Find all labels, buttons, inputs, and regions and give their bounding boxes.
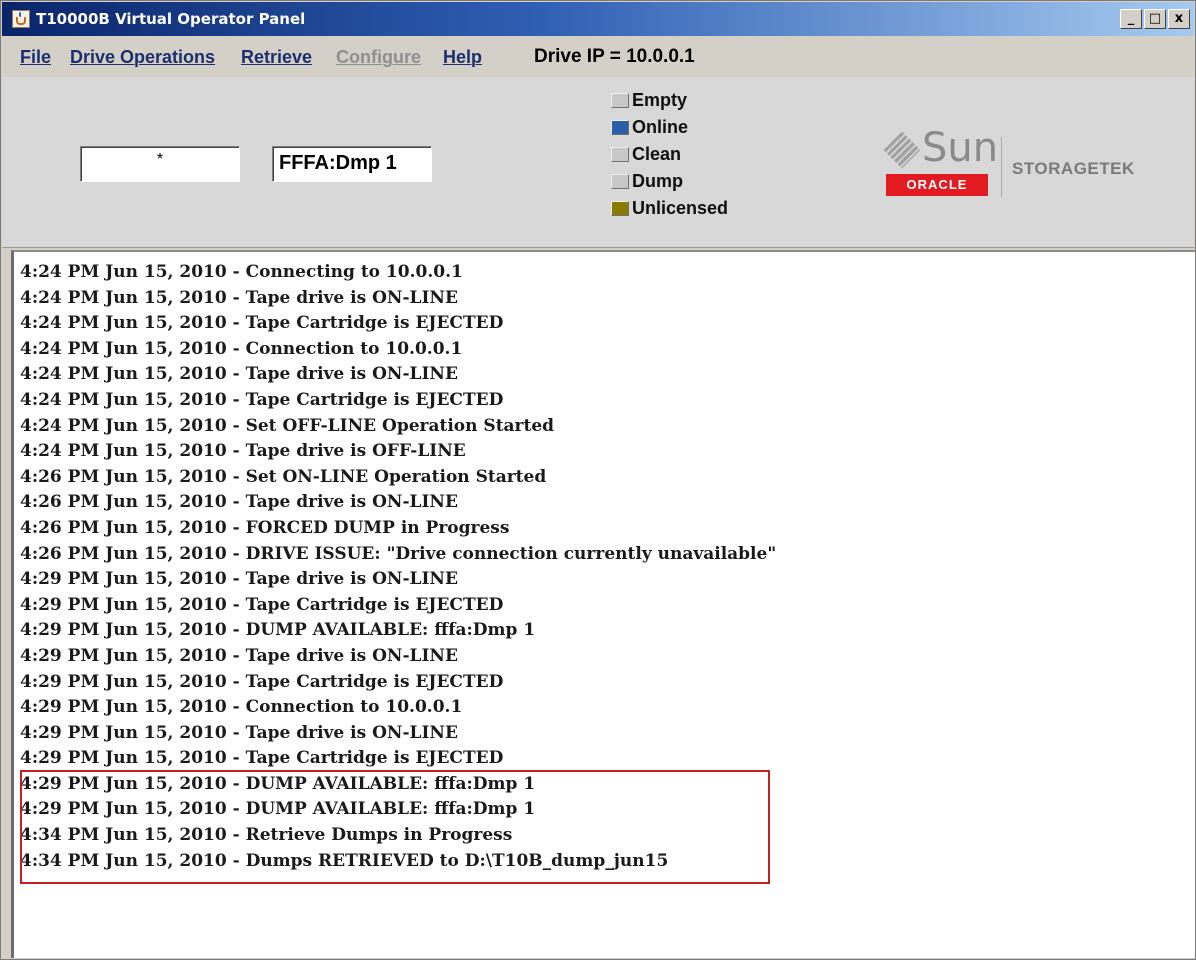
status-online: Online [611, 114, 728, 141]
log-line: 4:34 PM Jun 15, 2010 - Retrieve Dumps in… [20, 825, 513, 846]
control-panel: * FFFA:Dmp 1 Empty Online Clean Dump Unl… [2, 77, 1194, 248]
log-line: 4:24 PM Jun 15, 2010 - Tape drive is OFF… [20, 441, 466, 462]
log-line: 4:24 PM Jun 15, 2010 - Tape drive is ON-… [20, 287, 458, 308]
log-line: 4:24 PM Jun 15, 2010 - Tape Cartridge is… [20, 389, 504, 410]
status-label: Online [632, 117, 689, 137]
log-line: 4:26 PM Jun 15, 2010 - FORCED DUMP in Pr… [20, 517, 510, 538]
log-lines: 4:24 PM Jun 15, 2010 - Connecting to 10.… [20, 260, 776, 874]
logo-divider [1001, 137, 1002, 197]
display-field: FFFA:Dmp 1 [272, 146, 432, 182]
java-app-icon[interactable] [12, 10, 30, 28]
indicator-field: * [80, 146, 240, 182]
menu-drive-operations[interactable]: Drive Operations [70, 47, 215, 68]
close-button[interactable]: x [1168, 9, 1190, 29]
status-empty: Empty [611, 87, 728, 114]
status-label: Empty [632, 90, 688, 110]
log-line: 4:29 PM Jun 15, 2010 - DUMP AVAILABLE: f… [20, 799, 536, 820]
event-log[interactable]: 4:24 PM Jun 15, 2010 - Connecting to 10.… [11, 250, 1195, 958]
log-line: 4:26 PM Jun 15, 2010 - DRIVE ISSUE: "Dri… [20, 543, 777, 564]
log-line: 4:29 PM Jun 15, 2010 - Tape drive is ON-… [20, 569, 458, 590]
window-controls: _ □ x [1120, 9, 1190, 29]
status-clean: Clean [611, 141, 728, 168]
menu-file[interactable]: File [20, 47, 51, 68]
status-label: Dump [632, 171, 683, 191]
log-line: 4:29 PM Jun 15, 2010 - Tape Cartridge is… [20, 594, 504, 615]
menu-bar: File Drive Operations Retrieve Configure… [2, 39, 1194, 75]
log-line: 4:26 PM Jun 15, 2010 - Tape drive is ON-… [20, 492, 458, 513]
log-line: 4:29 PM Jun 15, 2010 - Tape Cartridge is… [20, 671, 504, 692]
dump-led-icon [611, 174, 629, 189]
unlicensed-led-icon [611, 201, 629, 216]
log-line: 4:29 PM Jun 15, 2010 - Connection to 10.… [20, 697, 463, 718]
minimize-button[interactable]: _ [1120, 9, 1142, 29]
drive-ip-label: Drive IP = 10.0.0.1 [534, 46, 695, 67]
status-unlicensed: Unlicensed [611, 195, 728, 222]
operator-panel-window: T10000B Virtual Operator Panel _ □ x Fil… [0, 0, 1196, 960]
sun-logo-text: Sun [922, 125, 999, 171]
status-label: Clean [632, 144, 682, 164]
clean-led-icon [611, 147, 629, 162]
menu-retrieve[interactable]: Retrieve [241, 47, 312, 68]
log-line: 4:29 PM Jun 15, 2010 - Tape Cartridge is… [20, 748, 504, 769]
maximize-button[interactable]: □ [1144, 9, 1166, 29]
menu-configure: Configure [336, 47, 421, 67]
window-title: T10000B Virtual Operator Panel [36, 10, 306, 28]
log-line: 4:29 PM Jun 15, 2010 - DUMP AVAILABLE: f… [20, 620, 536, 641]
status-indicators: Empty Online Clean Dump Unlicensed [611, 87, 728, 222]
sun-oracle-storagetek-logo: Sun ORACLE STORAGETEK [883, 125, 1146, 201]
log-line: 4:24 PM Jun 15, 2010 - Connection to 10.… [20, 338, 463, 359]
log-line: 4:24 PM Jun 15, 2010 - Connecting to 10.… [20, 262, 463, 282]
log-line: 4:29 PM Jun 15, 2010 - DUMP AVAILABLE: f… [20, 773, 536, 794]
log-line: 4:24 PM Jun 15, 2010 - Tape drive is ON-… [20, 364, 458, 385]
online-led-icon [611, 120, 629, 135]
menu-help[interactable]: Help [443, 47, 482, 68]
log-line: 4:24 PM Jun 15, 2010 - Set OFF-LINE Oper… [20, 415, 555, 436]
log-line: 4:24 PM Jun 15, 2010 - Tape Cartridge is… [20, 313, 504, 334]
status-dump: Dump [611, 168, 728, 195]
storagetek-logo-text: STORAGETEK [1012, 159, 1135, 178]
log-line: 4:29 PM Jun 15, 2010 - Tape drive is ON-… [20, 722, 458, 743]
log-line: 4:29 PM Jun 15, 2010 - Tape drive is ON-… [20, 645, 458, 666]
log-line: 4:26 PM Jun 15, 2010 - Set ON-LINE Opera… [20, 466, 547, 487]
empty-led-icon [611, 93, 629, 108]
title-bar[interactable]: T10000B Virtual Operator Panel _ □ x [2, 2, 1194, 36]
oracle-logo: ORACLE [886, 174, 988, 196]
log-line: 4:34 PM Jun 15, 2010 - Dumps RETRIEVED t… [20, 850, 669, 871]
sun-diamond-icon [883, 131, 921, 169]
status-label: Unlicensed [632, 198, 729, 218]
